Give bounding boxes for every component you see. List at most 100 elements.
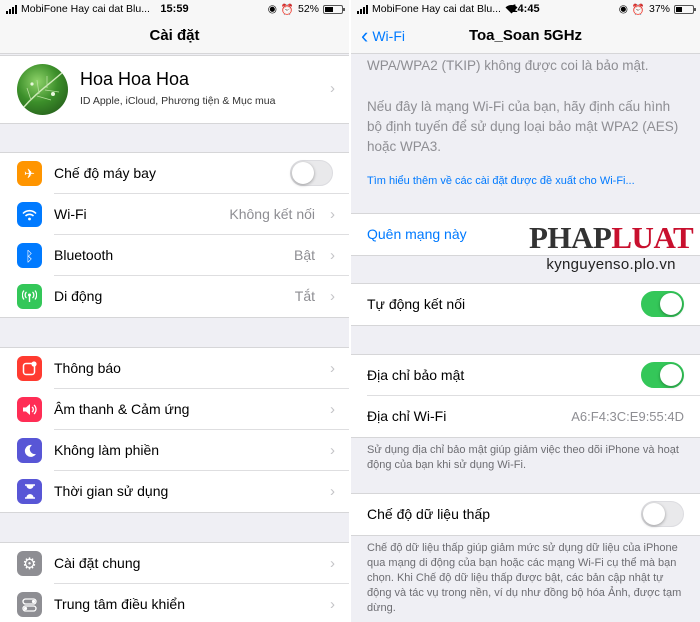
battery-percent: 37% xyxy=(648,3,670,15)
wifi-address-label: Địa chỉ Wi-Fi xyxy=(367,408,447,424)
auto-join-label: Tự động kết nối xyxy=(367,296,466,312)
airplane-mode-toggle[interactable] xyxy=(290,160,333,186)
carrier-name: MobiFone Hay cai dat Blu... xyxy=(372,3,501,15)
connectivity-group: ✈ Chế độ máy bay Wi-Fi Không kết nối › ᛒ… xyxy=(0,152,349,318)
wifi-icon xyxy=(17,202,42,227)
chevron-right-icon: › xyxy=(330,596,335,613)
profile-name: Hoa Hoa Hoa xyxy=(80,69,190,89)
cellular-icon xyxy=(17,284,42,309)
chevron-left-icon: ‹ xyxy=(361,22,369,48)
auto-join-group: Tự động kết nối xyxy=(351,283,700,326)
wifi-address-row: Địa chỉ Wi-Fi A6:F4:3C:E9:55:4D xyxy=(351,396,700,437)
private-address-toggle[interactable] xyxy=(641,362,684,388)
low-data-toggle[interactable] xyxy=(641,501,684,527)
carrier-info: MobiFone Hay cai dat Blu... xyxy=(357,3,518,15)
carrier-name: MobiFone Hay cai dat Blu... xyxy=(21,3,150,15)
battery-icon xyxy=(674,4,696,14)
nav-bar: ‹ Wi-Fi Toa_Soan 5GHz xyxy=(351,18,700,54)
sound-icon xyxy=(17,397,42,422)
signal-icon xyxy=(357,4,368,14)
security-warning-tail: WPA/WPA2 (TKIP) không được coi là bảo mậ… xyxy=(367,58,649,73)
row-control-center[interactable]: Trung tâm điều khiển › xyxy=(0,584,349,622)
low-data-row: Chế độ dữ liệu thấp xyxy=(351,494,700,535)
gear-icon: ⚙ xyxy=(17,551,42,576)
network-title: Toa_Soan 5GHz xyxy=(468,27,583,44)
status-bar: MobiFone Hay cai dat Blu... 14:45 ◉ ⏰ 37… xyxy=(351,0,700,18)
battery-icon xyxy=(323,4,345,14)
row-cellular[interactable]: Di động Tắt › xyxy=(0,276,349,317)
bluetooth-icon: ᛒ xyxy=(17,243,42,268)
alarm-icon: ⏰ xyxy=(280,3,294,16)
row-bluetooth[interactable]: ᛒ Bluetooth Bật › xyxy=(0,235,349,276)
settings-pane: MobiFone Hay cai dat Blu... 15:59 ◉ ⏰ 52… xyxy=(0,0,349,622)
avatar xyxy=(17,64,68,115)
moon-icon xyxy=(17,438,42,463)
row-label: Wi-Fi xyxy=(54,206,87,222)
page-title: Cài đặt xyxy=(149,27,200,44)
private-address-label: Địa chỉ bảo mật xyxy=(367,367,465,383)
watermark-site: kynguyenso.plo.vn xyxy=(546,256,676,273)
row-label: Trung tâm điều khiển xyxy=(54,596,185,612)
chevron-right-icon: › xyxy=(330,206,335,223)
row-label: Âm thanh & Cảm ứng xyxy=(54,401,190,417)
security-warning-advice: Nếu đây là mạng Wi-Fi của bạn, hãy định … xyxy=(367,99,679,154)
row-label: Thời gian sử dụng xyxy=(54,483,169,499)
row-general[interactable]: ⚙ Cài đặt chung › xyxy=(0,543,349,584)
status-bar: MobiFone Hay cai dat Blu... 15:59 ◉ ⏰ 52… xyxy=(0,0,349,18)
address-group: Địa chỉ bảo mật Địa chỉ Wi-Fi A6:F4:3C:E… xyxy=(351,354,700,438)
signal-icon xyxy=(6,4,17,14)
low-data-note: Chế độ dữ liệu thấp giúp giảm mức sử dụn… xyxy=(367,542,682,614)
row-label: Bluetooth xyxy=(54,247,114,263)
orientation-lock-icon: ◉ xyxy=(618,3,628,15)
chevron-right-icon: › xyxy=(330,288,335,305)
row-sounds[interactable]: Âm thanh & Cảm ứng › xyxy=(0,389,349,430)
auto-join-row: Tự động kết nối xyxy=(351,284,700,325)
row-label: Chế độ máy bay xyxy=(54,165,156,181)
low-data-label: Chế độ dữ liệu thấp xyxy=(367,506,491,522)
alarm-icon: ⏰ xyxy=(631,3,645,16)
wifi-address-value: A6:F4:3C:E9:55:4D xyxy=(571,409,684,424)
chevron-right-icon: › xyxy=(330,401,335,418)
cellular-status: Tắt xyxy=(294,288,315,304)
row-wifi[interactable]: Wi-Fi Không kết nối › xyxy=(0,194,349,235)
back-label: Wi-Fi xyxy=(372,27,405,44)
wifi-detail-pane: MobiFone Hay cai dat Blu... 14:45 ◉ ⏰ 37… xyxy=(351,0,700,622)
private-address-row: Địa chỉ bảo mật xyxy=(351,355,700,396)
learn-more-link[interactable]: Tìm hiểu thêm về các cài đặt được đề xuấ… xyxy=(367,175,635,187)
chevron-right-icon: › xyxy=(330,442,335,459)
row-label: Cài đặt chung xyxy=(54,555,141,571)
chevron-right-icon: › xyxy=(330,360,335,377)
hourglass-icon xyxy=(17,479,42,504)
notifications-icon xyxy=(17,356,42,381)
carrier-info: MobiFone Hay cai dat Blu... xyxy=(6,3,150,15)
profile-subtitle: ID Apple, iCloud, Phương tiện & Mục mua xyxy=(80,95,276,107)
low-data-group: Chế độ dữ liệu thấp xyxy=(351,493,700,536)
battery-percent: 52% xyxy=(297,3,319,15)
row-label: Thông báo xyxy=(54,360,121,376)
auto-join-toggle[interactable] xyxy=(641,291,684,317)
watermark-logo: PHAPLUAT xyxy=(529,220,694,255)
row-label: Di động xyxy=(54,288,103,304)
chevron-right-icon: › xyxy=(330,247,335,264)
nav-bar: Cài đặt xyxy=(0,18,349,54)
general-group: ⚙ Cài đặt chung › Trung tâm điều khiển › xyxy=(0,542,349,622)
airplane-icon: ✈ xyxy=(17,161,42,186)
apple-id-row[interactable]: Hoa Hoa Hoa ID Apple, iCloud, Phương tiệ… xyxy=(0,55,349,124)
notifications-group: Thông báo › Âm thanh & Cảm ứng › Không l… xyxy=(0,347,349,513)
row-screen-time[interactable]: Thời gian sử dụng › xyxy=(0,471,349,512)
row-notifications[interactable]: Thông báo › xyxy=(0,348,349,389)
row-airplane-mode: ✈ Chế độ máy bay xyxy=(0,153,349,194)
back-button[interactable]: ‹ Wi-Fi xyxy=(361,22,405,48)
chevron-right-icon: › xyxy=(330,555,335,572)
control-center-icon xyxy=(17,592,42,617)
private-address-note: Sử dụng địa chỉ bảo mật giúp giảm việc t… xyxy=(367,444,679,471)
chevron-right-icon: › xyxy=(330,483,335,500)
row-label: Không làm phiền xyxy=(54,442,160,458)
forget-network-button[interactable]: Quên mạng này xyxy=(367,226,467,242)
wifi-status-icon xyxy=(505,5,518,14)
watermark: PHAPLUAT kynguyenso.plo.vn xyxy=(529,220,694,273)
orientation-lock-icon: ◉ xyxy=(267,3,277,15)
wifi-status: Không kết nối xyxy=(229,206,315,222)
chevron-right-icon: › xyxy=(330,80,335,97)
row-do-not-disturb[interactable]: Không làm phiền › xyxy=(0,430,349,471)
